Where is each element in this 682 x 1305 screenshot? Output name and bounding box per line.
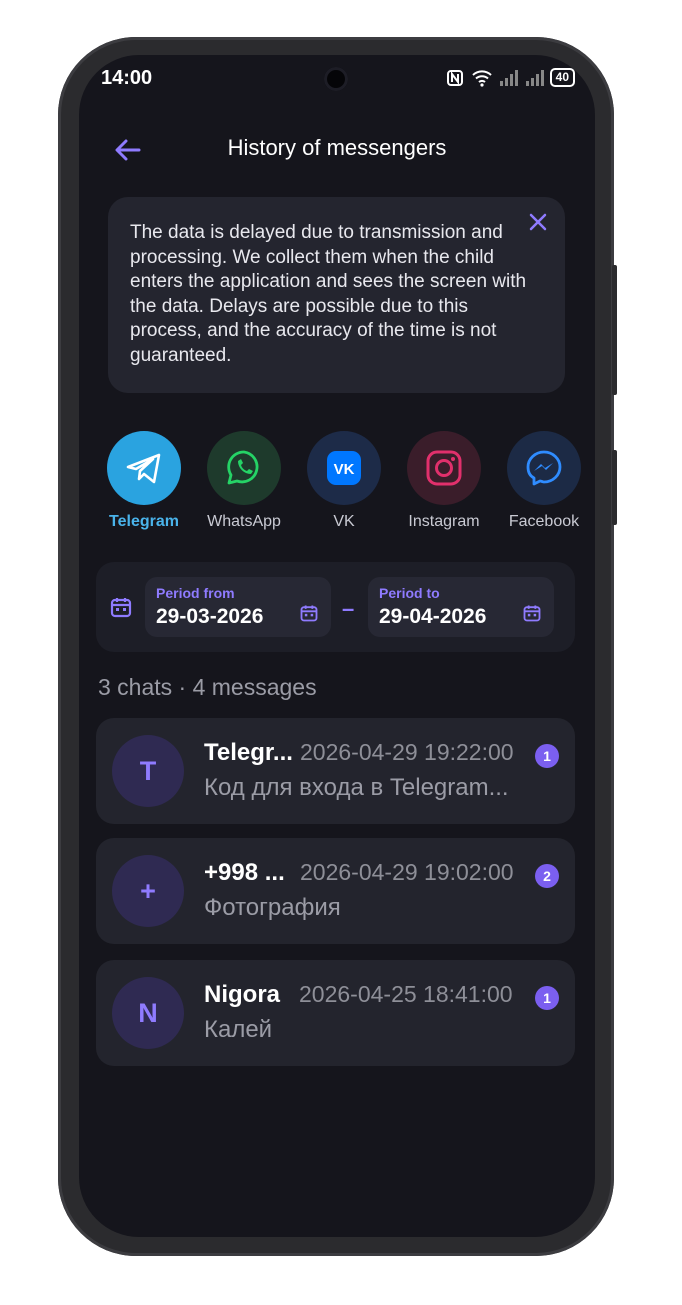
unread-badge: 1	[535, 986, 559, 1010]
chat-last-message: Код для входа в Telegram...	[204, 774, 509, 801]
battery-indicator: 40	[549, 68, 575, 87]
messenger-label: Facebook	[508, 513, 580, 530]
signal-icon	[525, 69, 544, 86]
period-to-field[interactable]: Period to 29-04-2026	[368, 577, 554, 637]
telegram-icon	[107, 431, 181, 505]
instagram-icon	[407, 431, 481, 505]
calendar-icon	[523, 605, 541, 622]
calendar-icon	[300, 605, 318, 622]
chat-name: Telegr...	[204, 739, 293, 766]
chat-time: 2026-04-25 18:41:00	[299, 981, 513, 1007]
chat-time: 2026-04-29 19:22:00	[300, 739, 514, 765]
messenger-telegram[interactable]: Telegram	[94, 431, 194, 531]
period-from-label: Period from	[156, 585, 235, 601]
page-title: History of messengers	[227, 135, 447, 160]
status-icons: 40	[446, 68, 575, 87]
messenger-label: VK	[333, 513, 355, 530]
calendar-icon	[110, 598, 132, 618]
delay-notice: The data is delayed due to transmission …	[108, 197, 565, 393]
messenger-vk[interactable]: VK VK	[294, 431, 394, 531]
signal-icon	[499, 69, 518, 86]
messenger-facebook[interactable]: Facebook	[494, 431, 594, 531]
vk-icon: VK	[307, 431, 381, 505]
notice-text: The data is delayed due to transmission …	[130, 222, 527, 366]
chat-item[interactable]: + +998 ... 2026-04-29 19:02:00 2 Фотогра…	[96, 838, 575, 944]
nfc-icon	[446, 69, 463, 86]
chat-time: 2026-04-29 19:02:00	[300, 859, 514, 885]
avatar: N	[112, 977, 184, 1049]
messenger-label: Instagram	[408, 513, 480, 530]
chat-last-message: Фотография	[204, 894, 341, 921]
messenger-label: Telegram	[109, 513, 179, 530]
status-time: 14:00	[101, 67, 153, 89]
avatar: T	[112, 735, 184, 807]
unread-badge: 2	[535, 864, 559, 888]
whatsapp-icon	[207, 431, 281, 505]
power-button	[612, 450, 617, 525]
messenger-selector: Telegram WhatsApp VK VK Instagram Facebo…	[94, 431, 594, 541]
chat-item[interactable]: N Nigora 2026-04-25 18:41:00 1 Калей	[96, 960, 575, 1066]
avatar: +	[112, 855, 184, 927]
chat-item[interactable]: T Telegr... 2026-04-29 19:22:00 1 Код дл…	[96, 718, 575, 824]
messenger-whatsapp[interactable]: WhatsApp	[194, 431, 294, 531]
unread-badge: 1	[535, 744, 559, 768]
period-separator: –	[342, 596, 355, 621]
chat-summary: 3 chats · 4 messages	[98, 674, 317, 700]
messenger-icon	[507, 431, 581, 505]
screen: 14:00 40 History of messengers The data …	[79, 55, 595, 1237]
chat-name: Nigora	[204, 981, 281, 1008]
wifi-icon	[471, 69, 492, 87]
period-picker: Period from 29-03-2026 – Period to 29-04…	[96, 562, 575, 652]
chat-last-message: Калей	[204, 1016, 273, 1043]
volume-button	[612, 265, 617, 395]
messenger-label: WhatsApp	[207, 513, 281, 530]
close-icon[interactable]	[527, 211, 549, 233]
period-from-value: 29-03-2026	[156, 605, 264, 628]
messenger-instagram[interactable]: Instagram	[394, 431, 494, 531]
svg-text:VK: VK	[334, 461, 355, 478]
period-to-label: Period to	[379, 585, 440, 601]
chat-name: +998 ...	[204, 859, 285, 886]
period-from-field[interactable]: Period from 29-03-2026	[145, 577, 331, 637]
period-to-value: 29-04-2026	[379, 605, 487, 628]
front-camera	[324, 67, 348, 91]
status-bar: 14:00 40	[79, 55, 595, 101]
